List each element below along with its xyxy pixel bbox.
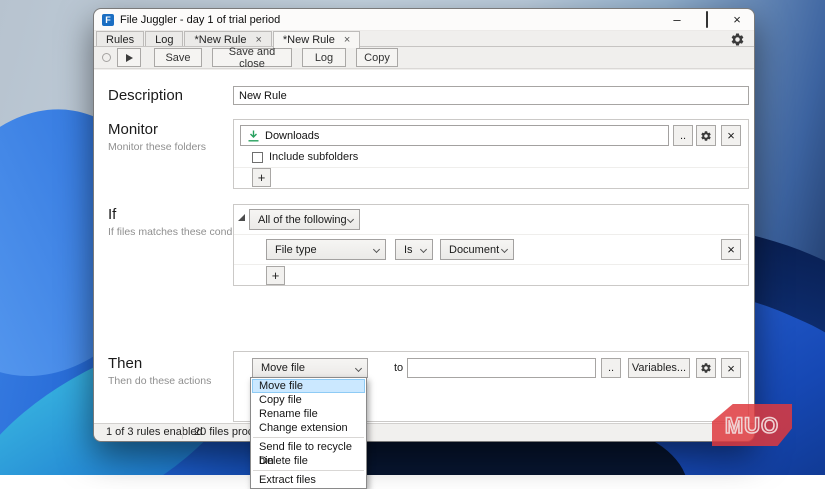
menu-item-delete-file[interactable]: Delete file bbox=[252, 454, 365, 468]
toolbar: Save Save and close Log Copy bbox=[94, 47, 754, 69]
window-controls: – × bbox=[662, 9, 752, 31]
chevron-down-icon bbox=[355, 365, 362, 372]
statusbar-divider bbox=[182, 426, 183, 439]
rule-status-indicator-icon bbox=[102, 53, 111, 62]
row-divider bbox=[234, 264, 748, 265]
play-icon bbox=[126, 54, 133, 62]
tab-rules[interactable]: Rules bbox=[96, 31, 144, 47]
menu-item-send-to-recycle-bin[interactable]: Send file to recycle bin bbox=[252, 440, 365, 454]
app-icon: F bbox=[102, 14, 114, 26]
if-label: If bbox=[108, 206, 116, 223]
condition-operator-dropdown[interactable]: Is bbox=[395, 239, 433, 260]
settings-gear-button[interactable] bbox=[730, 32, 745, 47]
gear-icon bbox=[700, 362, 712, 374]
minimize-button[interactable]: – bbox=[662, 9, 692, 31]
remove-action-button[interactable]: × bbox=[721, 358, 741, 378]
condition-value: Document bbox=[449, 244, 499, 256]
menu-item-copy-file[interactable]: Copy file bbox=[252, 393, 365, 407]
app-window: F File Juggler - day 1 of trial period –… bbox=[93, 8, 755, 442]
tab-log[interactable]: Log bbox=[145, 31, 183, 47]
close-icon: × bbox=[727, 362, 735, 375]
match-mode-dropdown[interactable]: All of the following bbox=[249, 209, 360, 230]
include-subfolders-label: Include subfolders bbox=[269, 151, 358, 163]
remove-folder-button[interactable]: × bbox=[721, 125, 741, 146]
chevron-down-icon bbox=[347, 216, 354, 223]
monitor-label: Monitor bbox=[108, 121, 158, 138]
monitored-folder-name: Downloads bbox=[265, 130, 319, 142]
muo-logo-text: MUO bbox=[719, 410, 785, 440]
menu-item-extract-files[interactable]: Extract files bbox=[252, 473, 365, 487]
copy-button[interactable]: Copy bbox=[356, 48, 398, 67]
close-icon: × bbox=[727, 243, 735, 256]
condition-field-value: File type bbox=[275, 244, 317, 256]
add-folder-button[interactable]: + bbox=[252, 168, 271, 187]
menu-item-change-extension[interactable]: Change extension bbox=[252, 421, 365, 435]
rules-enabled-status: 1 of 3 rules enabled bbox=[106, 426, 203, 438]
menu-separator bbox=[253, 470, 364, 471]
match-mode-value: All of the following bbox=[258, 214, 347, 226]
status-bar: 1 of 3 rules enabled 20 files processed bbox=[94, 423, 754, 441]
monitor-subtitle: Monitor these folders bbox=[108, 141, 206, 153]
tab-label: *New Rule bbox=[283, 34, 335, 46]
maximize-button[interactable] bbox=[692, 9, 722, 31]
browse-destination-button[interactable]: .. bbox=[601, 358, 621, 378]
action-value: Move file bbox=[261, 362, 305, 374]
include-subfolders-checkbox[interactable] bbox=[252, 152, 263, 163]
menu-item-rename-file[interactable]: Rename file bbox=[252, 407, 365, 421]
then-label: Then bbox=[108, 355, 142, 372]
maximize-icon bbox=[706, 11, 708, 28]
log-button[interactable]: Log bbox=[302, 48, 346, 67]
tab-close-icon[interactable]: × bbox=[344, 35, 350, 45]
variables-button[interactable]: Variables... bbox=[628, 358, 690, 378]
svg-text:MUO: MUO bbox=[725, 413, 779, 438]
chevron-down-icon bbox=[501, 246, 508, 253]
chevron-down-icon bbox=[420, 246, 427, 253]
row-divider bbox=[234, 234, 748, 235]
add-condition-button[interactable]: + bbox=[266, 266, 285, 285]
description-label: Description bbox=[108, 87, 183, 104]
close-icon: × bbox=[727, 129, 735, 142]
if-panel: All of the following File type Is Docume… bbox=[233, 204, 749, 286]
gear-icon bbox=[730, 32, 745, 47]
menu-separator bbox=[253, 437, 364, 438]
remove-condition-button[interactable]: × bbox=[721, 239, 741, 260]
rule-editor: Description Monitor Monitor these folder… bbox=[94, 70, 754, 423]
tab-strip: Rules Log *New Rule × *New Rule × bbox=[94, 31, 754, 47]
condition-value-dropdown[interactable]: Document bbox=[440, 239, 514, 260]
then-subtitle: Then do these actions bbox=[108, 375, 211, 387]
tab-label: *New Rule bbox=[194, 34, 246, 46]
save-and-close-button[interactable]: Save and close bbox=[212, 48, 292, 67]
action-settings-button[interactable] bbox=[696, 358, 716, 378]
chevron-down-icon bbox=[373, 246, 380, 253]
monitored-folder-field[interactable]: Downloads bbox=[240, 125, 669, 146]
tab-close-icon[interactable]: × bbox=[255, 35, 261, 45]
window-title: File Juggler - day 1 of trial period bbox=[120, 9, 280, 31]
save-button[interactable]: Save bbox=[154, 48, 202, 67]
condition-operator-value: Is bbox=[404, 244, 413, 256]
monitor-panel: Downloads .. × Include subfolders + bbox=[233, 119, 749, 189]
tab-label: Log bbox=[155, 34, 173, 46]
destination-input[interactable] bbox=[407, 358, 596, 378]
description-input[interactable] bbox=[233, 86, 749, 105]
row-divider bbox=[234, 167, 748, 168]
action-dropdown-menu: Move file Copy file Rename file Change e… bbox=[250, 377, 367, 489]
gear-icon bbox=[700, 130, 712, 142]
action-dropdown[interactable]: Move file bbox=[252, 358, 368, 378]
menu-item-move-file[interactable]: Move file bbox=[252, 379, 365, 393]
to-label: to bbox=[394, 362, 403, 374]
tab-label: Rules bbox=[106, 34, 134, 46]
title-bar[interactable]: F File Juggler - day 1 of trial period –… bbox=[94, 9, 754, 31]
downloads-folder-icon bbox=[248, 130, 259, 142]
close-button[interactable]: × bbox=[722, 9, 752, 31]
browse-folder-button[interactable]: .. bbox=[673, 125, 693, 146]
tab-new-rule-2[interactable]: *New Rule × bbox=[273, 31, 360, 48]
condition-field-dropdown[interactable]: File type bbox=[266, 239, 386, 260]
folder-settings-button[interactable] bbox=[696, 125, 716, 146]
condition-group-expander-icon[interactable] bbox=[238, 214, 245, 221]
run-rule-button[interactable] bbox=[117, 48, 141, 67]
